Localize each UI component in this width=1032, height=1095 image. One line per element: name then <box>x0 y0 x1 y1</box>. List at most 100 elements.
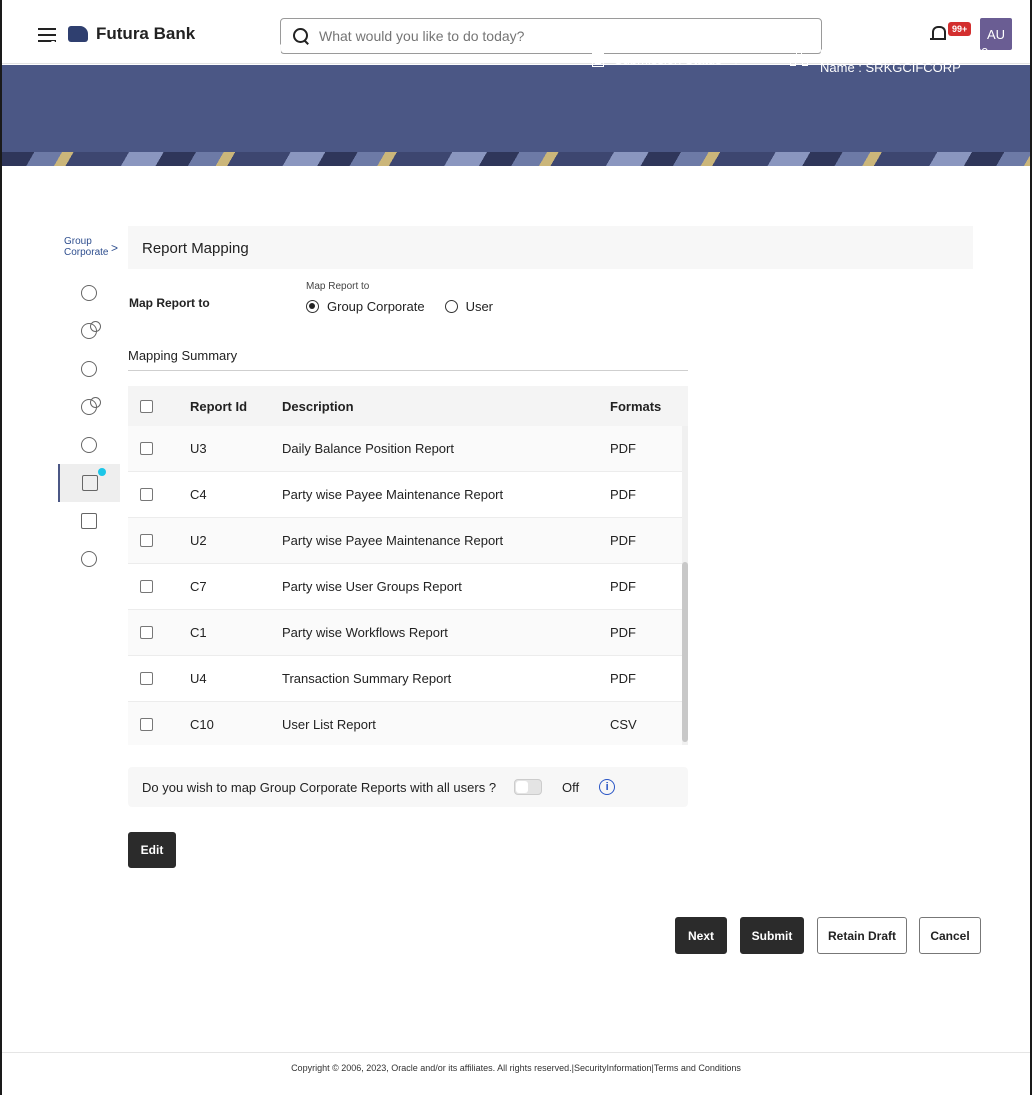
table-row[interactable]: C7 Party wise User Groups Report PDF <box>128 564 688 610</box>
gear-icon <box>81 551 97 567</box>
row-format: PDF <box>610 625 636 640</box>
row-format: PDF <box>610 441 636 456</box>
user-groups-icon <box>81 397 101 415</box>
notification-count-badge: 99+ <box>948 22 972 36</box>
radio-user-label: User <box>465 299 494 314</box>
side-nav-globe[interactable] <box>58 274 120 312</box>
divider <box>128 370 688 371</box>
mapping-summary-table: Report Id Description Formats U3 Daily Ba… <box>128 386 688 745</box>
footer: Copyright © 2006, 2023, Oracle and/or it… <box>2 1052 1030 1095</box>
row-description: Party wise Payee Maintenance Report <box>282 487 504 502</box>
row-report-id: C7 <box>190 579 207 594</box>
map-all-users-toggle[interactable] <box>514 779 543 795</box>
edit-button[interactable]: Edit <box>128 832 176 868</box>
search-bar[interactable] <box>280 18 822 54</box>
row-checkbox[interactable] <box>140 718 153 731</box>
table-scrollbar-thumb[interactable] <box>682 562 688 742</box>
row-checkbox[interactable] <box>140 580 153 593</box>
table-rows: U3 Daily Balance Position Report PDF C4 Part… <box>128 426 688 745</box>
report-mapping-icon <box>82 475 98 491</box>
map-report-small-label: Map Report to <box>306 281 370 292</box>
chevron-down-icon <box>730 51 742 64</box>
row-report-id: U2 <box>190 533 207 548</box>
table-row[interactable]: U4 Transaction Summary Report PDF <box>128 656 688 702</box>
table-row[interactable]: U2 Party wise Payee Maintenance Report PDF <box>128 518 688 564</box>
submission-status-label: Submission Status <box>614 52 722 67</box>
cancel-button[interactable]: Cancel <box>919 917 981 954</box>
search-input[interactable] <box>319 28 799 44</box>
map-all-users-row: Do you wish to map Group Corporate Repor… <box>128 767 688 807</box>
table-row[interactable]: U3 Daily Balance Position Report PDF <box>128 426 688 472</box>
page-banner <box>2 65 1030 166</box>
table-row[interactable]: C1 Party wise Workflows Report PDF <box>128 610 688 656</box>
table-body: U3 Daily Balance Position Report PDF C4 Part… <box>128 426 688 745</box>
side-nav-user-profile[interactable] <box>58 350 120 388</box>
row-description: Daily Balance Position Report <box>282 441 454 456</box>
table-row[interactable]: C4 Party wise Payee Maintenance Report PDF <box>128 472 688 518</box>
row-format: PDF <box>610 579 636 594</box>
select-all-checkbox[interactable] <box>140 399 153 413</box>
row-format: CSV <box>610 717 637 732</box>
radio-group-corporate-label: Group Corporate <box>327 299 425 314</box>
back-arrow-icon[interactable]: ↑ <box>22 40 32 63</box>
submit-button[interactable]: Submit <box>740 917 804 954</box>
row-description: Party wise Workflows Report <box>282 625 448 640</box>
submission-status-dropdown[interactable]: Submission Status <box>592 51 742 67</box>
row-format: PDF <box>610 533 636 548</box>
section-header: Report Mapping <box>128 226 973 269</box>
table-header: Report Id Description Formats <box>128 386 688 426</box>
column-header-description: Description <box>282 398 354 414</box>
group-corporate-name: Name : SRKGCIFCORP <box>820 60 961 75</box>
map-report-label: Map Report to <box>129 296 210 310</box>
active-indicator-dot <box>98 468 106 476</box>
toggle-state-label: Off <box>562 779 580 795</box>
org-hierarchy-icon <box>790 50 808 68</box>
row-report-id: C1 <box>190 625 207 640</box>
globe-icon <box>81 285 97 301</box>
globe-users-icon <box>81 321 101 339</box>
info-icon[interactable]: i <box>599 779 616 795</box>
mapping-summary-title: Mapping Summary <box>128 348 238 363</box>
search-icon <box>293 28 309 44</box>
breadcrumb-separator-icon: > <box>111 241 119 255</box>
radio-group-corporate[interactable]: Group Corporate <box>306 299 425 314</box>
banner-pattern <box>2 152 1030 166</box>
submission-document-icon <box>592 52 604 67</box>
row-description: User List Report <box>282 717 376 732</box>
row-report-id: U3 <box>190 441 207 456</box>
row-checkbox[interactable] <box>140 488 153 501</box>
radio-unselected-icon <box>444 300 458 313</box>
next-button[interactable]: Next <box>675 917 727 954</box>
row-report-id: U4 <box>190 671 207 686</box>
map-all-users-question: Do you wish to map Group Corporate Repor… <box>142 779 497 795</box>
table-row[interactable]: C10 User List Report CSV <box>128 702 688 745</box>
group-corporate-id: Group Corporate ID : 000010 <box>820 45 989 60</box>
side-nav-support[interactable] <box>58 426 120 464</box>
row-description: Party wise Payee Maintenance Report <box>282 533 504 548</box>
headset-icon <box>81 437 97 453</box>
column-header-report-id: Report Id <box>190 398 248 414</box>
row-format: PDF <box>610 671 636 686</box>
breadcrumb-line1: Group <box>64 236 92 247</box>
row-format: PDF <box>610 487 636 502</box>
row-checkbox[interactable] <box>140 672 153 685</box>
row-checkbox[interactable] <box>140 442 153 455</box>
side-nav-user-groups[interactable] <box>58 388 120 426</box>
side-nav-report-mapping[interactable] <box>58 464 120 502</box>
group-corporate-info: Group Corporate ID : 000010 Name : SRKGC… <box>820 45 988 75</box>
side-nav-settings[interactable] <box>58 540 120 578</box>
side-nav-hierarchy[interactable] <box>58 502 120 540</box>
map-report-radio-group: Group Corporate User <box>306 299 493 314</box>
row-description: Transaction Summary Report <box>282 671 452 686</box>
notification-bell-icon[interactable] <box>930 26 946 44</box>
side-nav-global-users[interactable] <box>58 312 120 350</box>
retain-draft-button[interactable]: Retain Draft <box>817 917 907 954</box>
row-checkbox[interactable] <box>140 626 153 639</box>
breadcrumb-line2: Corporate <box>64 247 109 258</box>
row-checkbox[interactable] <box>140 534 153 547</box>
breadcrumb[interactable]: Group Corporate <box>64 236 108 258</box>
radio-user[interactable]: User <box>444 299 494 314</box>
row-description: Party wise User Groups Report <box>282 579 462 594</box>
row-report-id: C10 <box>190 717 214 732</box>
side-nav <box>58 274 120 578</box>
